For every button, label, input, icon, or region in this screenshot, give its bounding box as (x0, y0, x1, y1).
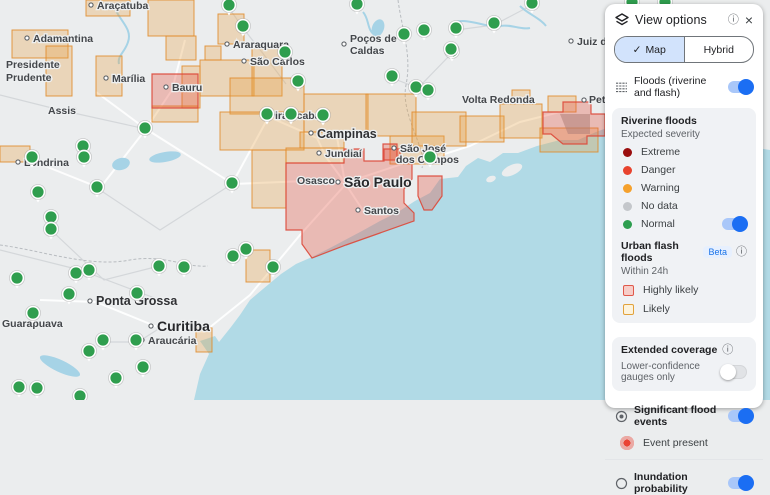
likely-label: Likely (643, 303, 670, 315)
city-label: São Paulo (344, 174, 412, 190)
significant-events-label: Significant flood events (634, 404, 722, 428)
tab-hybrid[interactable]: Hybrid (685, 37, 754, 62)
legend-likely: Likely (623, 303, 747, 315)
severity-label: Warning (641, 182, 680, 194)
layers-icon (615, 13, 629, 27)
divider (605, 459, 763, 460)
beta-badge: Beta (703, 246, 732, 258)
extended-toggle[interactable] (720, 365, 747, 379)
target-icon (615, 410, 628, 423)
city-label: Poços de (350, 33, 397, 45)
tab-map[interactable]: ✓ Map (615, 37, 685, 62)
city-label: Presidente (6, 59, 60, 71)
severity-row-normal: Normal (623, 218, 747, 230)
view-options-panel: View options ⓘ × ✓ Map Hybrid Floods (ri… (605, 4, 763, 408)
inundation-label: Inundation probability (634, 471, 722, 495)
city-label: Osasco (297, 175, 335, 187)
likely-swatch (623, 304, 634, 315)
legend-highly-likely: Highly likely (623, 284, 747, 296)
extended-coverage-card: Extended coverage ⓘ Lower-confidence gau… (612, 337, 756, 391)
extended-info-icon[interactable]: ⓘ (722, 345, 733, 356)
severity-row-no-data: No data (623, 200, 747, 212)
close-icon[interactable]: × (745, 13, 753, 27)
event-present-label: Event present (643, 437, 708, 449)
flood-likely-cell (412, 112, 466, 146)
severity-label: No data (641, 200, 678, 212)
severity-label: Normal (641, 218, 713, 230)
significant-events-row: Significant flood events (615, 404, 753, 428)
city-label: Marília (112, 73, 145, 85)
highly-likely-label: Highly likely (643, 284, 698, 296)
city-label: Campinas (317, 127, 377, 141)
extended-subtitle: Lower-confidence gauges only (621, 361, 715, 383)
waves-icon (615, 81, 628, 93)
severity-legend: Extreme Danger Warning No data Normal (621, 146, 747, 230)
severity-row-danger: Danger (623, 164, 747, 176)
severity-row-extreme: Extreme (623, 146, 747, 158)
flood-likely-cell (500, 104, 542, 138)
flood-likely-cell (460, 116, 504, 142)
highly-likely-swatch (623, 285, 634, 296)
city-label: Caldas (350, 45, 385, 57)
floods-toggle[interactable] (728, 81, 753, 93)
flood-likely-cell (46, 46, 72, 96)
urban-subtitle: Within 24h (621, 266, 747, 277)
riverine-subtitle: Expected severity (621, 129, 747, 140)
city-label: Jundiaí (325, 148, 363, 160)
floods-layer-row: Floods (riverine and flash) (615, 75, 753, 99)
inundation-toggle[interactable] (728, 477, 753, 489)
inundation-row: Inundation probability (615, 471, 753, 495)
riverine-floods-card: Riverine floods Expected severity Extrem… (612, 108, 756, 323)
city-label: Araucária (148, 335, 197, 347)
severity-dot (623, 166, 632, 175)
severity-label: Danger (641, 164, 675, 176)
flood-likely-cell (205, 46, 221, 60)
severity-label: Extreme (641, 146, 680, 158)
city-label: Prudente (6, 72, 52, 84)
normal-gauges-toggle[interactable] (722, 218, 747, 230)
city-label: Adamantina (33, 33, 93, 45)
circle-icon (615, 477, 628, 490)
gauge-marker[interactable] (73, 389, 88, 401)
city-label: Santos (364, 205, 399, 217)
severity-row-warning: Warning (623, 182, 747, 194)
panel-title: View options (635, 13, 722, 27)
flood-likely-cell (166, 36, 196, 60)
riverine-title: Riverine floods (621, 115, 747, 127)
info-icon[interactable]: ⓘ (728, 15, 739, 26)
tab-map-label: Map (645, 44, 665, 56)
extended-title: Extended coverage (621, 344, 717, 356)
event-present-dot (620, 436, 634, 450)
flood-likely-cell (148, 0, 194, 36)
city-label: São Carlos (250, 56, 305, 68)
significant-events-toggle[interactable] (728, 410, 753, 422)
severity-dot (623, 220, 632, 229)
event-present-row: Event present (617, 436, 753, 450)
flood-likely-cell (252, 150, 286, 208)
tab-hybrid-label: Hybrid (704, 44, 734, 56)
city-label: Assis (48, 105, 76, 117)
severity-dot (623, 184, 632, 193)
city-label: Curitiba (157, 318, 210, 334)
city-label: Volta Redonda (462, 94, 535, 106)
map-type-switcher: ✓ Map Hybrid (614, 36, 754, 63)
city-label: Araçatuba (97, 0, 149, 12)
urban-info-icon[interactable]: ⓘ (736, 247, 747, 258)
floods-layer-label: Floods (riverine and flash) (634, 75, 722, 99)
urban-title: Urban flash floods (621, 240, 699, 264)
severity-dot (623, 148, 632, 157)
severity-dot (623, 202, 632, 211)
check-icon: ✓ (633, 44, 642, 56)
city-label: Bauru (172, 82, 202, 94)
